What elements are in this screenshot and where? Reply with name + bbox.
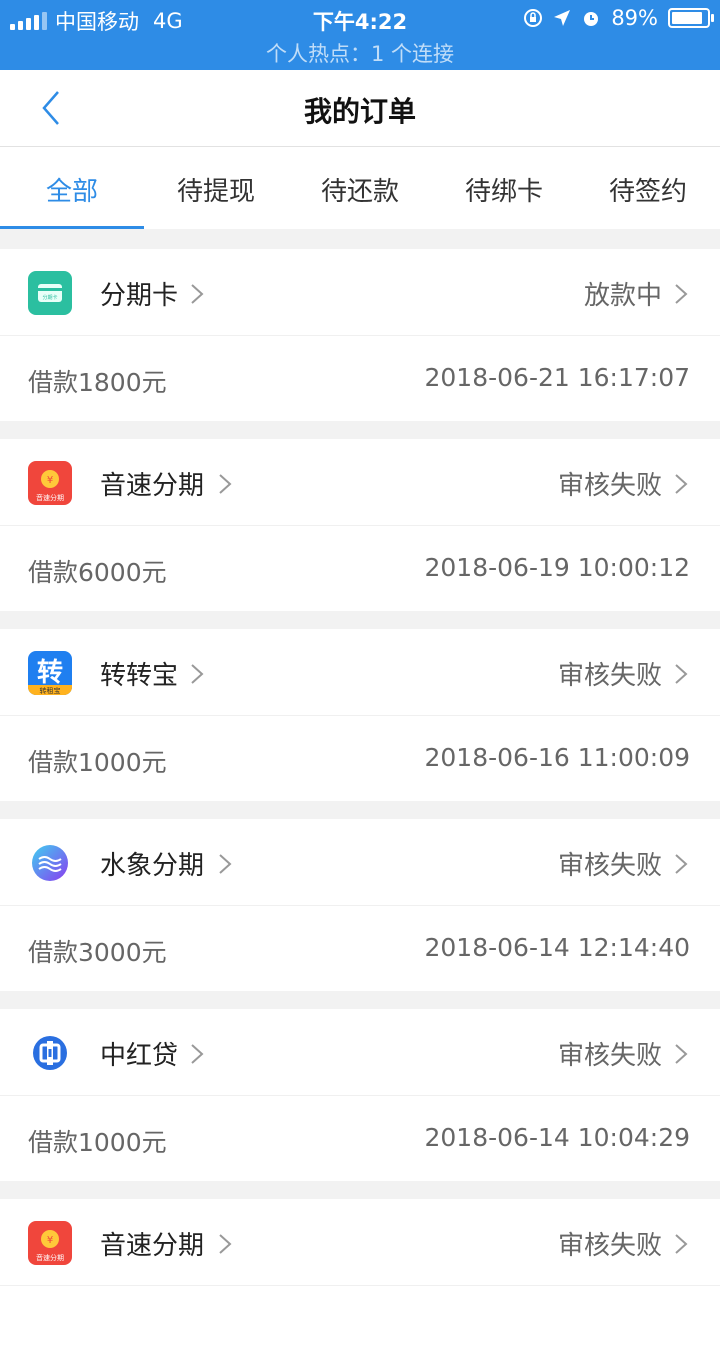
tab-pending-repay[interactable]: 待还款 xyxy=(288,171,432,208)
order-tabs: 全部 待提现 待还款 待绑卡 待签约 xyxy=(0,147,720,229)
lender-name: 音速分期 xyxy=(100,471,205,501)
svg-text:¥: ¥ xyxy=(47,475,53,486)
svg-text:转: 转 xyxy=(37,658,63,688)
lender-name: 中红贷 xyxy=(100,1041,179,1071)
yinsu-logo-icon: ¥ 音速分期 xyxy=(28,461,72,505)
lender-name: 水象分期 xyxy=(100,851,205,881)
lender-name: 分期卡 xyxy=(100,281,179,311)
order-card[interactable]: ¥ 音速分期 音速分期 审核失败 借款6000元 2018-06-19 10:00… xyxy=(0,439,720,611)
order-date: 2018-06-16 11:00:09 xyxy=(424,743,690,772)
chevron-right-icon xyxy=(675,474,688,494)
loan-amount: 借款3000元 xyxy=(28,938,167,967)
lender-name: 音速分期 xyxy=(100,1231,205,1261)
order-status: 审核失败 xyxy=(557,1041,662,1071)
loan-amount: 借款1000元 xyxy=(28,748,167,777)
order-status: 审核失败 xyxy=(557,661,662,691)
nav-bar: 我的订单 xyxy=(0,70,720,147)
svg-text:音速分期: 音速分期 xyxy=(36,493,64,502)
order-status: 审核失败 xyxy=(557,851,662,881)
tab-pending-sign[interactable]: 待签约 xyxy=(576,171,720,208)
order-date: 2018-06-21 16:17:07 xyxy=(424,363,690,392)
order-date: 2018-06-14 12:14:40 xyxy=(424,933,690,962)
order-card[interactable]: 水象分期 审核失败 借款3000元 2018-06-14 12:14:40 xyxy=(0,819,720,991)
order-card[interactable]: 转转租宝 转转宝 审核失败 借款1000元 2018-06-16 11:00:0… xyxy=(0,629,720,801)
order-card[interactable]: 中红贷 审核失败 借款1000元 2018-06-14 10:04:29 xyxy=(0,1009,720,1181)
chevron-right-icon xyxy=(219,474,232,494)
svg-text:¥: ¥ xyxy=(47,1235,53,1246)
order-date: 2018-06-19 10:00:12 xyxy=(424,553,690,582)
chevron-right-icon xyxy=(675,854,688,874)
svg-text:分期卡: 分期卡 xyxy=(42,294,57,301)
chevron-right-icon xyxy=(219,854,232,874)
rotation-lock-icon xyxy=(524,9,543,27)
zhonghongdai-logo-icon xyxy=(28,1031,72,1075)
order-status: 放款中 xyxy=(583,281,662,311)
order-date: 2018-06-14 10:04:29 xyxy=(424,1123,690,1152)
chevron-right-icon xyxy=(191,1044,204,1064)
shuixiang-logo-icon xyxy=(28,841,72,885)
chevron-right-icon xyxy=(675,284,688,304)
fenqika-logo-icon: 分期卡 xyxy=(28,271,72,315)
chevron-right-icon xyxy=(675,664,688,684)
chevron-right-icon xyxy=(675,1234,688,1254)
loan-amount: 借款6000元 xyxy=(28,558,167,587)
alarm-icon xyxy=(584,12,599,26)
lender-name: 转转宝 xyxy=(100,661,179,691)
battery-percent: 89% xyxy=(611,6,658,30)
order-status: 审核失败 xyxy=(557,471,662,501)
active-tab-indicator xyxy=(0,226,144,229)
tab-pending-bind-card[interactable]: 待绑卡 xyxy=(432,171,576,208)
order-card[interactable]: 分期卡 分期卡 放款中 借款1800元 2018-06-21 16:17:07 xyxy=(0,249,720,421)
battery-icon xyxy=(668,8,714,28)
tab-all[interactable]: 全部 xyxy=(0,171,144,208)
chevron-right-icon xyxy=(191,284,204,304)
chevron-right-icon xyxy=(675,1044,688,1064)
order-status: 审核失败 xyxy=(557,1231,662,1261)
loan-amount: 借款1000元 xyxy=(28,1128,167,1157)
loan-amount: 借款1800元 xyxy=(28,368,167,397)
hotspot-banner[interactable]: 个人热点：1 个连接 xyxy=(0,38,720,68)
svg-text:音速分期: 音速分期 xyxy=(36,1253,64,1262)
chevron-right-icon xyxy=(191,664,204,684)
order-card[interactable]: ¥ 音速分期 音速分期 审核失败 xyxy=(0,1199,720,1371)
tab-pending-withdraw[interactable]: 待提现 xyxy=(144,171,288,208)
page-title: 我的订单 xyxy=(303,95,416,128)
location-icon xyxy=(554,10,571,26)
chevron-right-icon xyxy=(219,1234,232,1254)
svg-text:转租宝: 转租宝 xyxy=(40,686,61,695)
zhuanzhuanbao-logo-icon: 转转租宝 xyxy=(28,651,72,695)
status-bar: 中国移动 4G 下午4:22 89% 个人热点：1 个连接 xyxy=(0,0,720,70)
yinsu-logo-icon: ¥ 音速分期 xyxy=(28,1221,72,1265)
